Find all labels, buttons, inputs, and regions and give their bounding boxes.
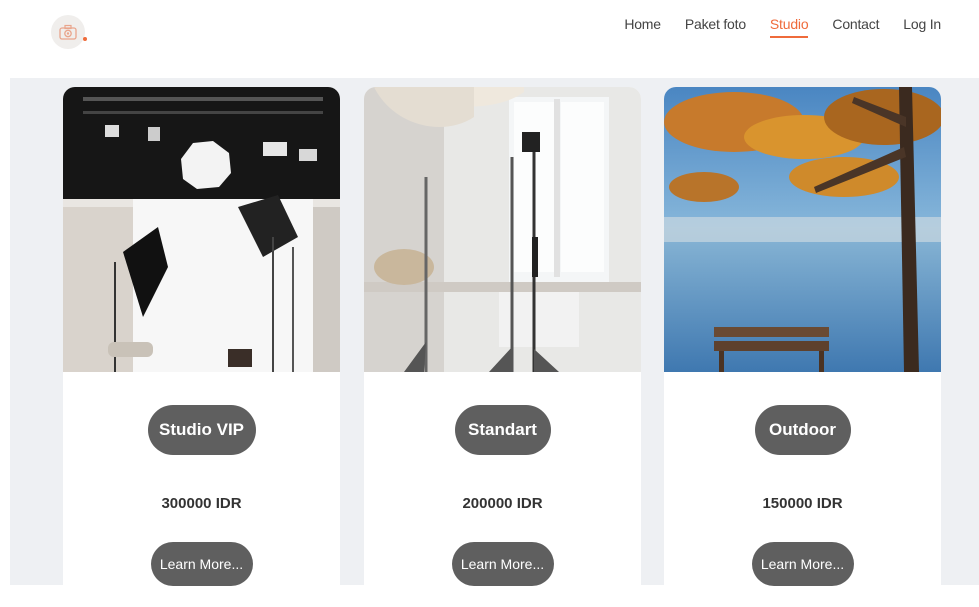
autumn-lake-bench-image [664,87,941,372]
package-price: 200000 IDR [462,495,543,512]
package-title[interactable]: Studio VIP [147,405,256,455]
nav-links: Home Paket foto Studio Contact Log In [624,13,941,38]
package-price: 150000 IDR [762,495,843,512]
package-card-standart: Standart 200000 IDR Learn More... [364,87,641,607]
package-price: 300000 IDR [161,495,242,512]
nav-link-studio[interactable]: Studio [769,16,809,38]
logo-dot [83,37,87,41]
nav-link-paket-foto[interactable]: Paket foto [685,16,746,32]
navbar: Home Paket foto Studio Contact Log In [0,0,979,76]
photo-studio-lights-image [63,87,340,372]
nav-link-log-in[interactable]: Log In [903,16,941,32]
learn-more-button[interactable]: Learn More... [451,542,554,586]
package-title[interactable]: Standart [454,405,551,455]
card-section: Studio VIP 300000 IDR Learn More... Stan… [10,78,979,607]
camera-icon [59,24,77,40]
logo[interactable] [51,15,85,49]
nav-link-home[interactable]: Home [624,16,661,32]
package-title[interactable]: Outdoor [754,405,851,455]
learn-more-button[interactable]: Learn More... [751,542,854,586]
learn-more-button[interactable]: Learn More... [150,542,253,586]
package-card-studio-vip: Studio VIP 300000 IDR Learn More... [63,87,340,607]
nav-link-contact[interactable]: Contact [832,16,879,32]
studio-window-stands-image [364,87,641,372]
package-card-outdoor: Outdoor 150000 IDR Learn More... [664,87,941,607]
